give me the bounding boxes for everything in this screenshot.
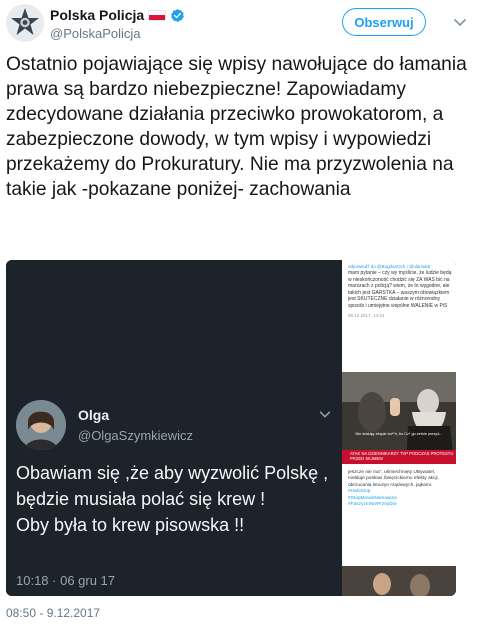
account-handle[interactable]: @PolskaPolicja	[50, 26, 185, 41]
embedded-avatar	[16, 400, 66, 450]
side-tweet-bottom: jeszcze nie ma", uśmiechnięty UBywatel, …	[342, 466, 456, 596]
tweet-timestamp[interactable]: 08:50 - 9.12.2017	[6, 606, 100, 620]
side-tweet-top: odpowiedź do @BogdanOch i @ulaniuk8 mam …	[342, 260, 456, 370]
hashtag: #FaszyzmNiePrzejdzie	[348, 502, 397, 508]
side-bottom-body: jeszcze nie ma", uśmiechnięty UBywatel, …	[348, 470, 441, 488]
tweet-text: Ostatnio pojawiające się wpisy nawołując…	[6, 54, 473, 200]
display-name[interactable]: Polska Policja	[50, 7, 144, 23]
chevron-down-icon	[319, 411, 331, 418]
side-body: mam pytanie – czy wy myślicie, że ludzie…	[348, 270, 453, 309]
video-caption: Nie dostaję ekspie bo**h, bo Cz* go zetn…	[355, 432, 443, 436]
side-screenshots[interactable]: odpowiedź do @BogdanOch i @ulaniuk8 mam …	[342, 260, 456, 596]
embedded-text: Obawiam się ,że aby wyzwolić Polskę , bę…	[16, 463, 329, 535]
account-avatar[interactable]	[6, 4, 44, 42]
police-star-badge-icon	[6, 4, 44, 42]
tweet-header: Polska Policja @PolskaPolicja Obserwuj	[0, 0, 480, 48]
embedded-tweet-screenshot[interactable]: Olga @OlgaSzymkiewicz Obawiam się ,że ab…	[6, 260, 340, 596]
video-news-bar: ATAK NA DZIENNIKARZY TVP PODCZAS PROTEST…	[342, 450, 456, 464]
follow-button[interactable]: Obserwuj	[342, 8, 426, 36]
video-bar-text: ATAK NA DZIENNIKARZY TVP PODCZAS PROTEST…	[350, 451, 454, 462]
side-date: 08.12.2017, 14:24	[348, 312, 385, 318]
poland-flag-icon	[148, 9, 167, 21]
verified-badge-icon	[171, 8, 185, 22]
embedded-name: Olga	[78, 407, 110, 423]
embedded-timestamp: 10:18 · 06 gru 17	[16, 573, 116, 588]
chevron-down-icon[interactable]	[452, 14, 468, 30]
side-thumbnail	[342, 566, 456, 596]
tweet-media[interactable]: Olga @OlgaSzymkiewicz Obawiam się ,że ab…	[6, 260, 456, 596]
author-block: Polska Policja @PolskaPolicja	[50, 6, 185, 41]
embedded-handle: @OlgaSzymkiewicz	[78, 428, 194, 443]
side-video-still: Nie dostaję ekspie bo**h, bo Cz* go zetn…	[342, 372, 456, 464]
